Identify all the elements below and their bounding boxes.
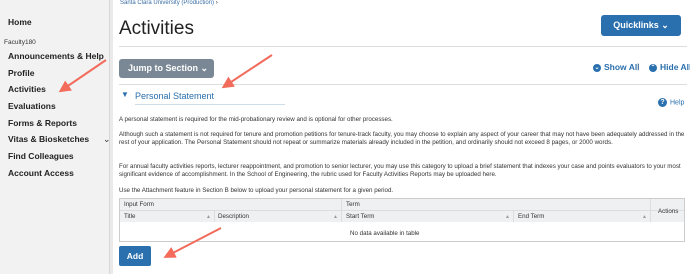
annotation-arrow-activities — [58, 59, 107, 93]
screen: Home Faculty180 Announcements & Help Pro… — [0, 0, 690, 274]
annotation-arrow-add — [163, 227, 222, 258]
annotation-arrows — [58, 54, 273, 258]
annotation-arrow-section — [221, 54, 273, 89]
